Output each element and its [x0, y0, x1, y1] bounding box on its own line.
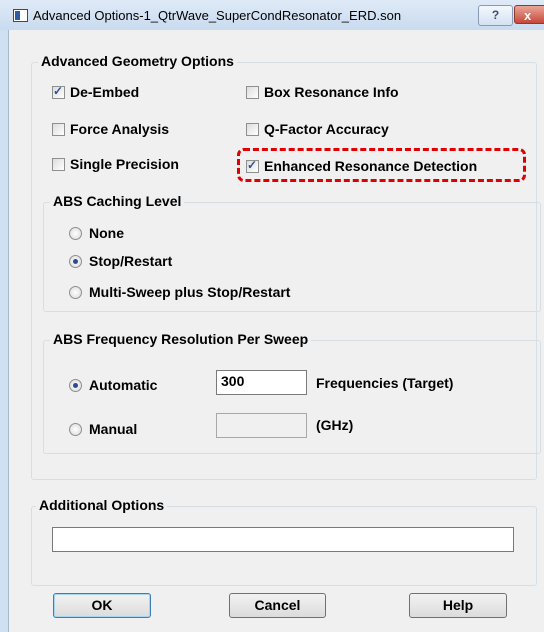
checkmark-icon: ✓ — [53, 83, 64, 98]
caching-multi-sweep-label: Multi-Sweep plus Stop/Restart — [89, 284, 291, 300]
additional-options-title: Additional Options — [36, 497, 168, 513]
ok-button[interactable]: OK — [53, 593, 151, 618]
force-analysis-checkbox[interactable]: Force Analysis — [52, 121, 169, 137]
caching-none-label: None — [89, 225, 124, 241]
automatic-radio[interactable]: Automatic — [69, 377, 157, 393]
title-help-button[interactable]: ? — [478, 5, 513, 26]
box-resonance-info-checkbox[interactable]: Box Resonance Info — [246, 84, 399, 100]
manual-ghz-input[interactable] — [216, 413, 307, 438]
help-button[interactable]: Help — [409, 593, 507, 618]
caching-stop-restart-label: Stop/Restart — [89, 253, 173, 269]
caching-none-radio[interactable]: None — [69, 225, 124, 241]
radio-none-circle[interactable] — [69, 226, 82, 240]
frequencies-target-input[interactable]: 300 — [216, 370, 307, 395]
cancel-button[interactable]: Cancel — [229, 593, 326, 618]
highlight-annotation — [237, 148, 526, 182]
manual-ghz-unit: (GHz) — [316, 417, 354, 433]
radio-automatic-circle[interactable] — [69, 378, 82, 392]
force-analysis-label: Force Analysis — [70, 121, 170, 137]
box-resonance-info-box[interactable] — [246, 85, 259, 99]
frequencies-target-unit: Frequencies (Target) — [316, 375, 454, 391]
close-button[interactable]: x — [514, 5, 544, 24]
q-factor-accuracy-label: Q-Factor Accuracy — [264, 121, 389, 137]
q-factor-accuracy-checkbox[interactable]: Q-Factor Accuracy — [246, 121, 389, 137]
de-embed-box[interactable]: ✓ — [52, 83, 65, 99]
radio-stop-restart-circle[interactable] — [69, 254, 82, 268]
force-analysis-box[interactable] — [52, 122, 65, 136]
abs-frequency-title: ABS Frequency Resolution Per Sweep — [50, 331, 312, 347]
app-icon — [13, 9, 28, 22]
automatic-label: Automatic — [89, 377, 158, 393]
box-resonance-info-label: Box Resonance Info — [264, 84, 399, 100]
de-embed-label: De-Embed — [70, 84, 140, 100]
de-embed-checkbox[interactable]: ✓ De-Embed — [52, 84, 139, 100]
manual-radio[interactable]: Manual — [69, 421, 137, 437]
q-factor-accuracy-box[interactable] — [246, 122, 259, 136]
manual-label: Manual — [89, 421, 138, 437]
single-precision-label: Single Precision — [70, 156, 179, 172]
radio-manual-circle[interactable] — [69, 422, 82, 436]
title-bar[interactable]: Advanced Options-1_QtrWave_SuperCondReso… — [0, 0, 544, 30]
dialog-window: Advanced Options-1_QtrWave_SuperCondReso… — [0, 0, 544, 632]
abs-caching-title: ABS Caching Level — [50, 193, 185, 209]
single-precision-checkbox[interactable]: Single Precision — [52, 156, 179, 172]
advanced-geometry-title: Advanced Geometry Options — [38, 53, 237, 69]
additional-options-input[interactable] — [52, 527, 514, 552]
radio-multi-sweep-circle[interactable] — [69, 285, 82, 299]
radio-selected-dot — [73, 382, 78, 388]
radio-selected-dot — [73, 258, 78, 264]
single-precision-box[interactable] — [52, 157, 65, 171]
window-title: Advanced Options-1_QtrWave_SuperCondReso… — [33, 8, 402, 23]
caching-multi-sweep-radio[interactable]: Multi-Sweep plus Stop/Restart — [69, 284, 290, 300]
caching-stop-restart-radio[interactable]: Stop/Restart — [69, 253, 172, 269]
dialog-client-area: Advanced Geometry Options ✓ De-Embed Box… — [8, 30, 544, 632]
